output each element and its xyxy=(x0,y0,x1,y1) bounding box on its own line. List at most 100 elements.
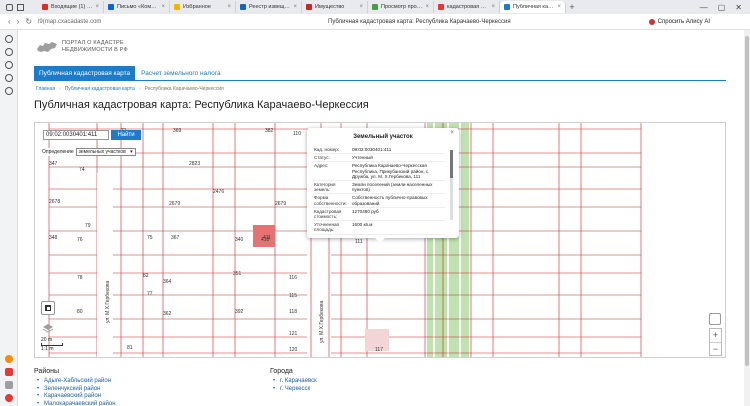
tab-label: Избранное xyxy=(183,4,211,10)
tab-label: Входящие (1) - image xyxy=(51,4,92,10)
profile-icon[interactable] xyxy=(6,3,13,11)
tab-close-icon[interactable]: × xyxy=(293,4,297,10)
popup-row-key: Категория земель: xyxy=(313,180,351,195)
fullscreen-button[interactable] xyxy=(41,301,55,315)
cadastral-search-input[interactable]: 09:02:0030401:411 xyxy=(43,130,109,140)
parcel-number-label: 74 xyxy=(79,167,85,173)
tab-close-icon[interactable]: × xyxy=(557,4,561,10)
breadcrumb-map[interactable]: Публичная кадастровая карта xyxy=(65,86,135,92)
zoom-out-button[interactable]: − xyxy=(710,343,721,356)
russia-map-icon xyxy=(37,42,57,52)
back-icon[interactable]: ‹ xyxy=(8,17,11,26)
tab-close-icon[interactable]: × xyxy=(227,4,231,10)
parcel-number-label: 115 xyxy=(289,293,297,299)
home-icon[interactable] xyxy=(4,35,13,43)
rtc-app-icon[interactable] xyxy=(4,368,13,376)
page-scrollbar[interactable] xyxy=(744,30,750,406)
tab-close-icon[interactable]: × xyxy=(359,4,363,10)
forward-icon[interactable]: › xyxy=(17,17,20,26)
green-zone xyxy=(461,123,469,357)
downloads-icon[interactable] xyxy=(4,61,13,69)
browser-tab[interactable]: Входящие (1) - image× xyxy=(38,1,104,13)
popup-row-key: Уточненная площадь: xyxy=(313,220,351,235)
tabs-overview-icon[interactable] xyxy=(17,3,24,11)
zoom-control: + − xyxy=(709,328,722,356)
parcel-number-label: 118 xyxy=(289,309,297,315)
city-link[interactable]: г. Карачаевск xyxy=(272,378,317,386)
parcel-number-label: 78 xyxy=(77,275,83,281)
popup-scroll-thumb[interactable] xyxy=(450,150,453,178)
page-scroll-thumb[interactable] xyxy=(745,36,749,366)
street-name-label: ул. М.Х.Гербекова xyxy=(105,280,111,323)
alice-button[interactable]: Спросить Алису AI xyxy=(648,18,710,25)
city-link[interactable]: г. Черкесск xyxy=(272,386,317,394)
parcel-number-label: 392 xyxy=(235,309,244,315)
parcel-number-label: 2679 xyxy=(275,201,286,207)
page-title: Публичная кадастровая карта: Республика … xyxy=(34,99,369,111)
fullscreen-icon xyxy=(45,305,51,311)
popup-row-key: Статус: xyxy=(313,153,351,163)
tab-close-icon[interactable]: × xyxy=(95,4,99,10)
browser-tab[interactable]: Письмо «Коммерческ× xyxy=(104,1,170,13)
popup-row-value: Собственность публично-правовых образова… xyxy=(351,193,445,208)
parcel-number-label: 347 xyxy=(49,161,58,167)
region-link[interactable]: Зеленчукский район xyxy=(36,386,116,394)
close-window-button[interactable]: ✕ xyxy=(735,3,742,12)
regions-title: Районы xyxy=(34,368,60,375)
browser-tab[interactable]: Просмотр процедуры× xyxy=(368,1,434,13)
tab-close-icon[interactable]: × xyxy=(491,4,495,10)
map-extra-button[interactable] xyxy=(709,313,721,325)
minimize-button[interactable]: — xyxy=(700,3,708,12)
parcel-number-label: 382 xyxy=(265,128,274,134)
window-controls: — ▢ ✕ xyxy=(700,3,750,12)
parcel-number-label: 369 xyxy=(173,128,182,134)
parcel-number-label: 2679 xyxy=(169,201,180,207)
url-field[interactable]: l9(map.cxacadaste.com xyxy=(38,19,288,25)
tab-favicon-icon xyxy=(42,4,48,10)
app-gray-icon[interactable] xyxy=(4,381,13,389)
parcel-number-label: 2823 xyxy=(189,161,200,167)
reload-icon[interactable]: ↻ xyxy=(25,17,32,26)
history-icon[interactable] xyxy=(4,48,13,56)
regions-list: Адыге-Хабльский районЗеленчукский районК… xyxy=(36,378,116,406)
cadastral-map[interactable]: 7136938211034774267826792679282324767934… xyxy=(34,122,726,358)
breadcrumb-home[interactable]: Главная xyxy=(36,86,55,92)
browser-tab[interactable]: Имущество × xyxy=(302,1,368,13)
browser-tab[interactable]: Избранное × xyxy=(170,1,236,13)
logo-line-2: НЕДВИЖИМОСТИ В РФ xyxy=(62,47,128,53)
mode-select[interactable]: земельных участков ▾ xyxy=(75,148,136,156)
tab-close-icon[interactable]: × xyxy=(425,4,429,10)
browser-tab[interactable]: Реестр извещений× xyxy=(236,1,302,13)
tab-favicon-icon xyxy=(174,4,180,10)
settings-icon[interactable] xyxy=(4,87,13,95)
parcel-number-label: 77 xyxy=(147,291,153,297)
new-tab-button[interactable]: + xyxy=(566,2,578,12)
site-logo[interactable]: ПОРТАЛ О КАДАСТРЕ НЕДВИЖИМОСТИ В РФ xyxy=(36,40,128,54)
side-street xyxy=(97,173,113,357)
region-link[interactable]: Карачаевский район xyxy=(36,393,116,401)
menu-public-map[interactable]: Публичная кадастровая карта xyxy=(34,66,136,81)
maximize-button[interactable]: ▢ xyxy=(718,3,726,12)
browser-tab[interactable]: Публичная кадастр× xyxy=(500,1,566,13)
bookmarks-icon[interactable] xyxy=(4,74,13,82)
popup-row-key: Кад. номер: xyxy=(313,146,351,155)
browser-tab[interactable]: кадастровая карта ка× xyxy=(434,1,500,13)
parcel-number-label: 82 xyxy=(143,273,149,279)
scale-bar: 20 m 1:1 m xyxy=(41,337,63,352)
menu-land-tax[interactable]: Расчет земельного налога xyxy=(135,66,226,81)
app-red-icon[interactable] xyxy=(4,394,13,402)
tab-close-icon[interactable]: × xyxy=(161,4,165,10)
parcel-number-label: 411 xyxy=(263,235,271,241)
find-button[interactable]: Найти xyxy=(111,130,141,140)
popup-scrollbar[interactable] xyxy=(450,150,453,220)
parcel-number-label: 80 xyxy=(77,309,83,315)
close-icon[interactable]: × xyxy=(450,130,454,136)
region-link[interactable]: Адыге-Хабльский район xyxy=(36,378,116,386)
parcel-number-label: 79 xyxy=(85,223,91,229)
app-orange-icon[interactable] xyxy=(4,355,13,363)
logo-line-1: ПОРТАЛ О КАДАСТРЕ xyxy=(62,40,124,46)
popup-row-value: Республика Карачаево-Черкесская Республи… xyxy=(351,161,445,182)
layers-button[interactable] xyxy=(41,321,55,335)
zoom-in-button[interactable]: + xyxy=(710,329,721,343)
region-link[interactable]: Малокарачаевский район xyxy=(36,401,116,406)
